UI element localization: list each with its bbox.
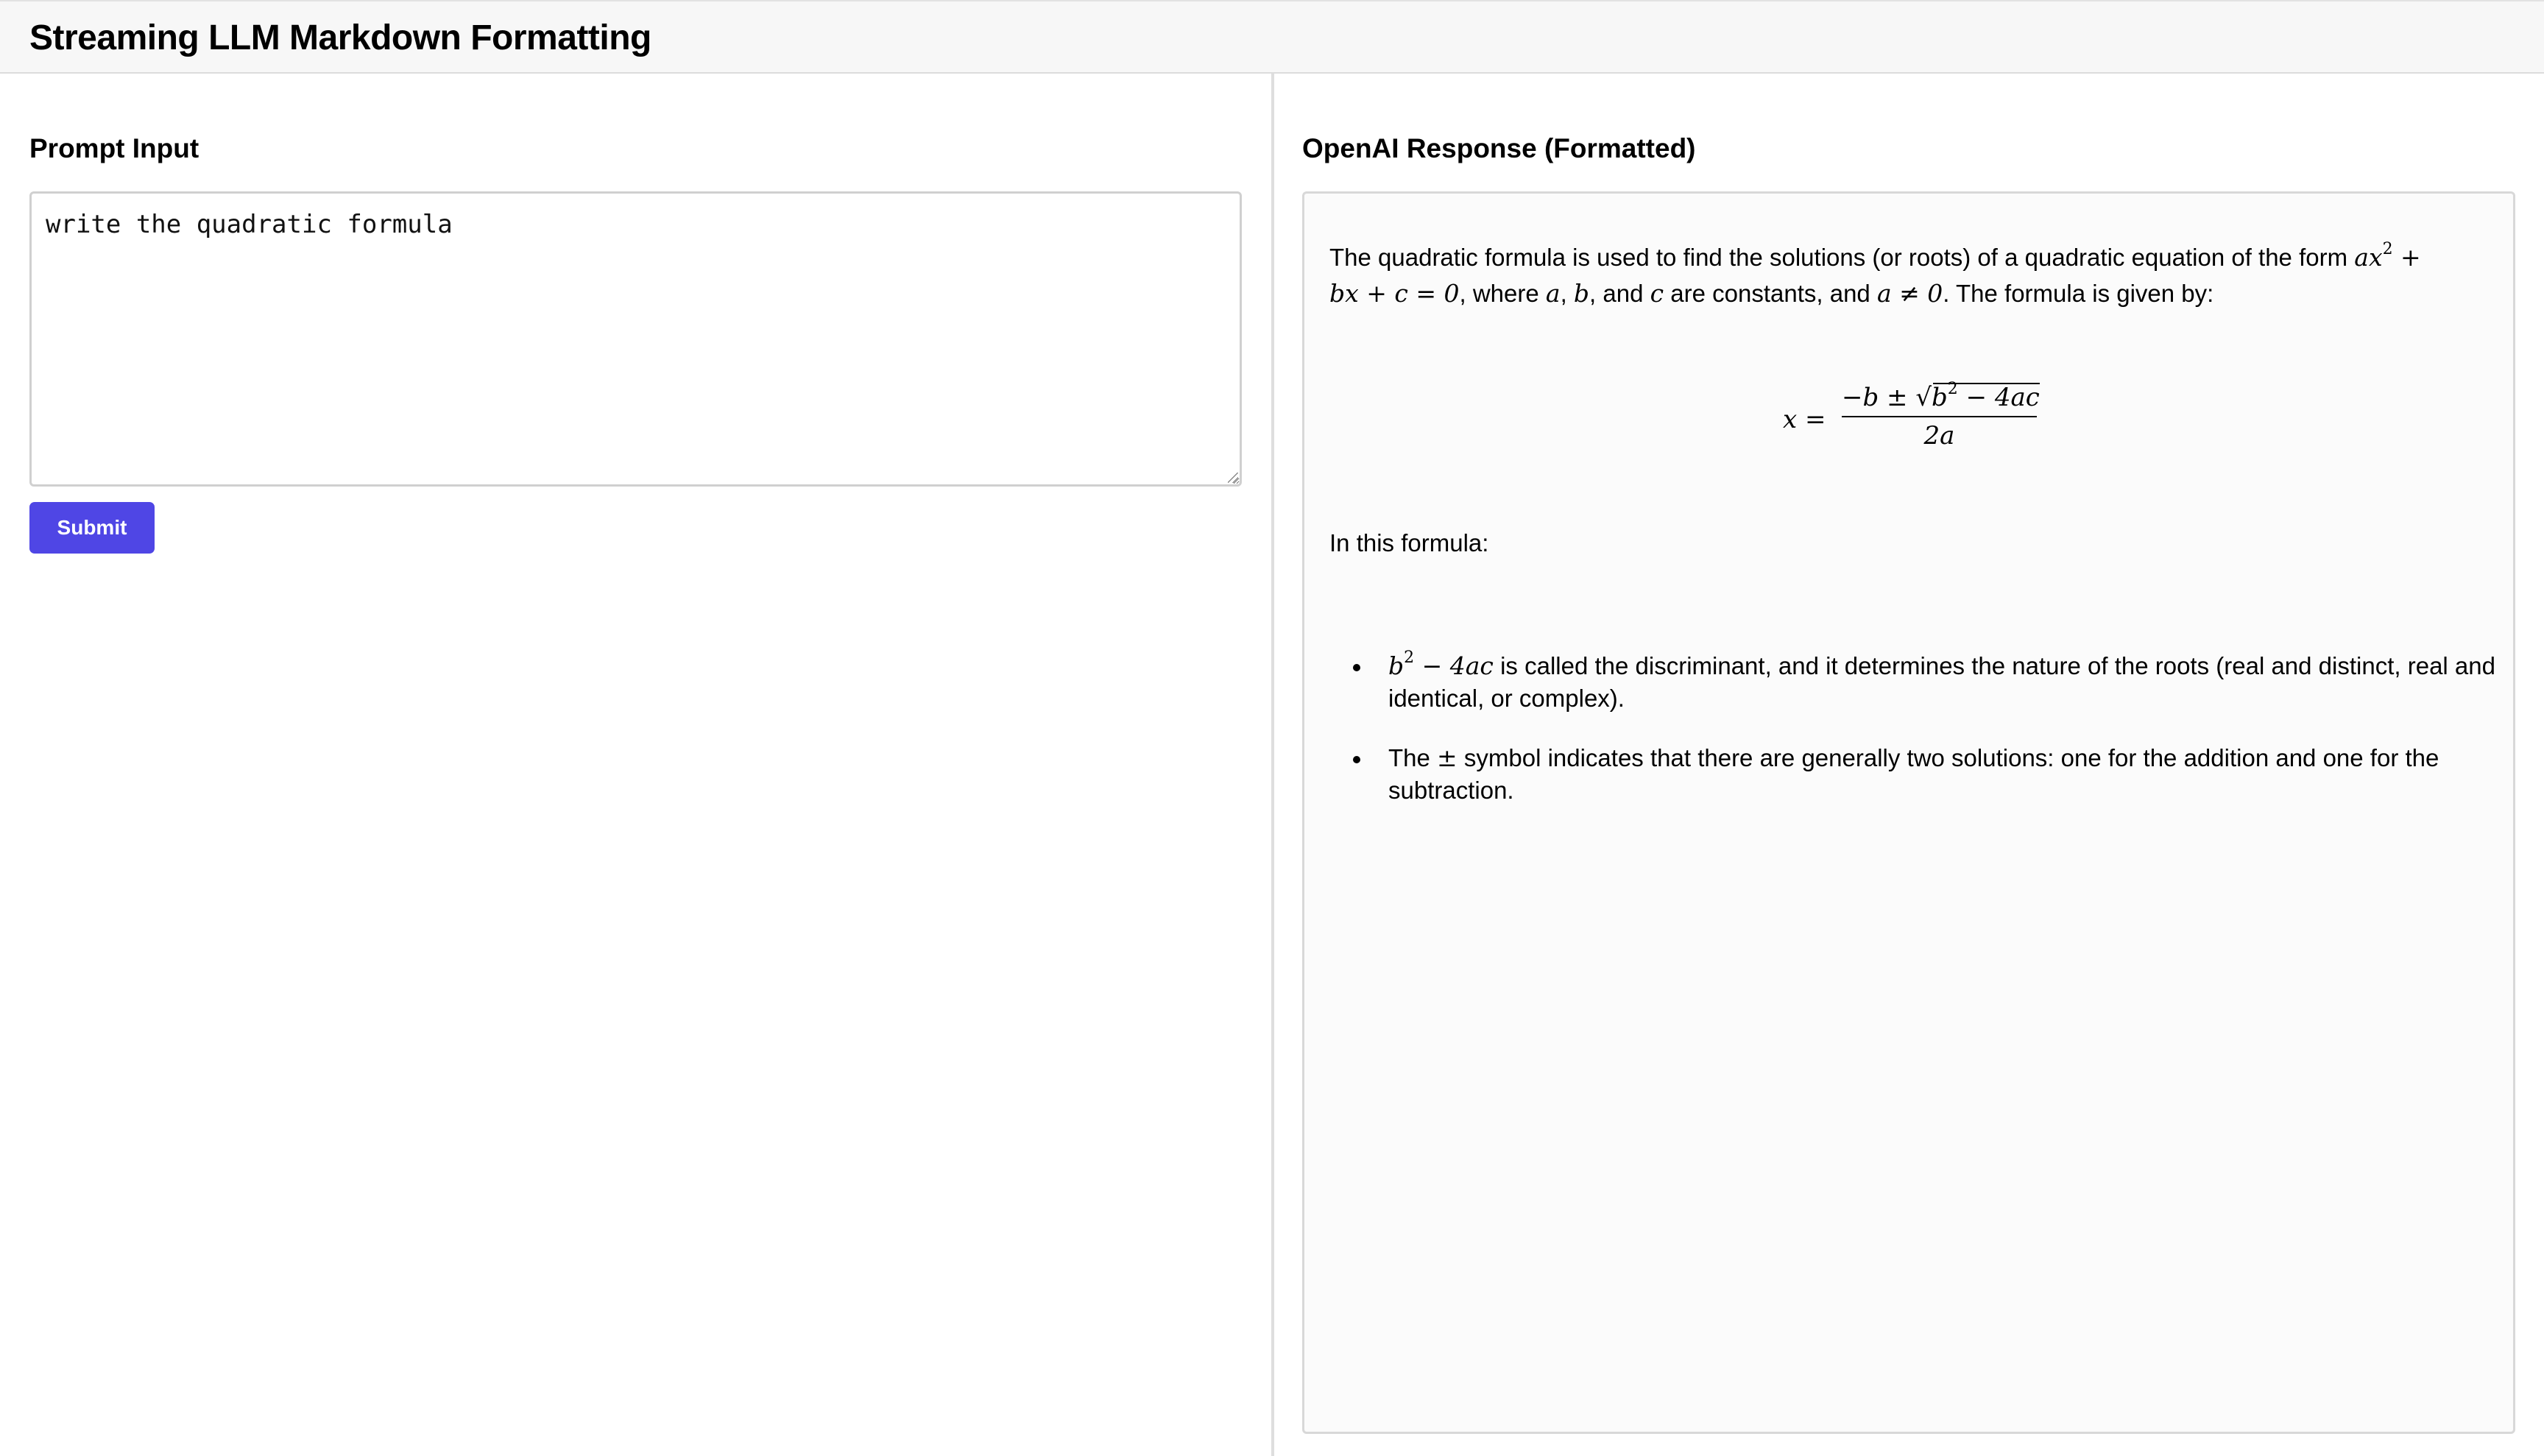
list-item: The ± symbol indicates that there are ge… [1353,742,2544,807]
intro-math-a-neq-0: a ≠ 0 [1876,279,1943,308]
intro-math-plus: + [2392,243,2421,272]
formula-numerator: −b ± √b2 − 4ac [1842,381,2041,414]
response-output: The quadratic formula is used to find th… [1302,191,2515,1434]
quadratic-formula-display: x = −b ± √b2 − 4ac 2a [1783,381,2077,462]
bullet-math-tail: − 4ac [1414,651,1494,680]
bullet-math-pm: ± [1437,743,1458,772]
submit-button[interactable]: Submit [29,502,155,554]
bullet-text-pre: The [1388,744,1438,771]
intro-text-2: , where [1459,280,1546,307]
bullet-text: symbol indicates that there are generall… [1388,744,2439,804]
intro-math-equation: bx + c = 0 [1329,279,1460,308]
response-heading: OpenAI Response (Formatted) [1302,133,1696,163]
sqrt-overline [1933,383,2040,384]
intro-math-ax: ax [2354,243,2383,272]
prompt-textarea[interactable]: write the quadratic formula [29,191,1242,487]
formula-neg-b-pm: −b ± [1842,383,1916,412]
intro-text-5: are constants, and [1664,280,1877,307]
resize-handle-icon[interactable] [1228,473,1238,483]
intro-text-6: . The formula is given by: [1943,280,2214,307]
bullet-math-exponent: 2 [1404,649,1415,667]
formula-radicand-b: b [1932,383,1948,412]
list-item: b2 − 4ac is called the discriminant, and… [1353,649,2544,715]
formula-denominator: 2a [1923,421,1955,450]
intro-math-b: b [1573,279,1590,308]
in-this-formula-text: In this formula: [1329,529,1489,556]
formula-lhs: x = [1783,405,1826,434]
formula-sqrt: √b2 − 4ac [1915,381,2040,414]
intro-math-c: c [1650,279,1664,308]
sqrt-icon: √ [1915,383,1932,412]
intro-text-4: , and [1589,280,1650,307]
panel-divider[interactable] [1271,74,1274,1456]
page-title: Streaming LLM Markdown Formatting [29,18,651,57]
formula-fraction-bar [1842,416,2037,417]
intro-math-exponent: 2 [2382,240,2393,258]
intro-text-3: , [1560,280,1574,307]
response-intro-paragraph: The quadratic formula is used to find th… [1329,239,2478,311]
intro-text-1: The quadratic formula is used to find th… [1329,244,2355,271]
explanation-list: b2 − 4ac is called the discriminant, and… [1329,650,2544,834]
app-header: Streaming LLM Markdown Formatting [0,0,2544,74]
bullet-math-b: b [1388,651,1404,680]
intro-math-a: a [1545,279,1561,308]
formula-radicand-tail: − 4ac [1957,383,2040,412]
prompt-input-heading: Prompt Input [29,133,199,163]
bullet-text: is called the discriminant, and it deter… [1388,652,2495,712]
